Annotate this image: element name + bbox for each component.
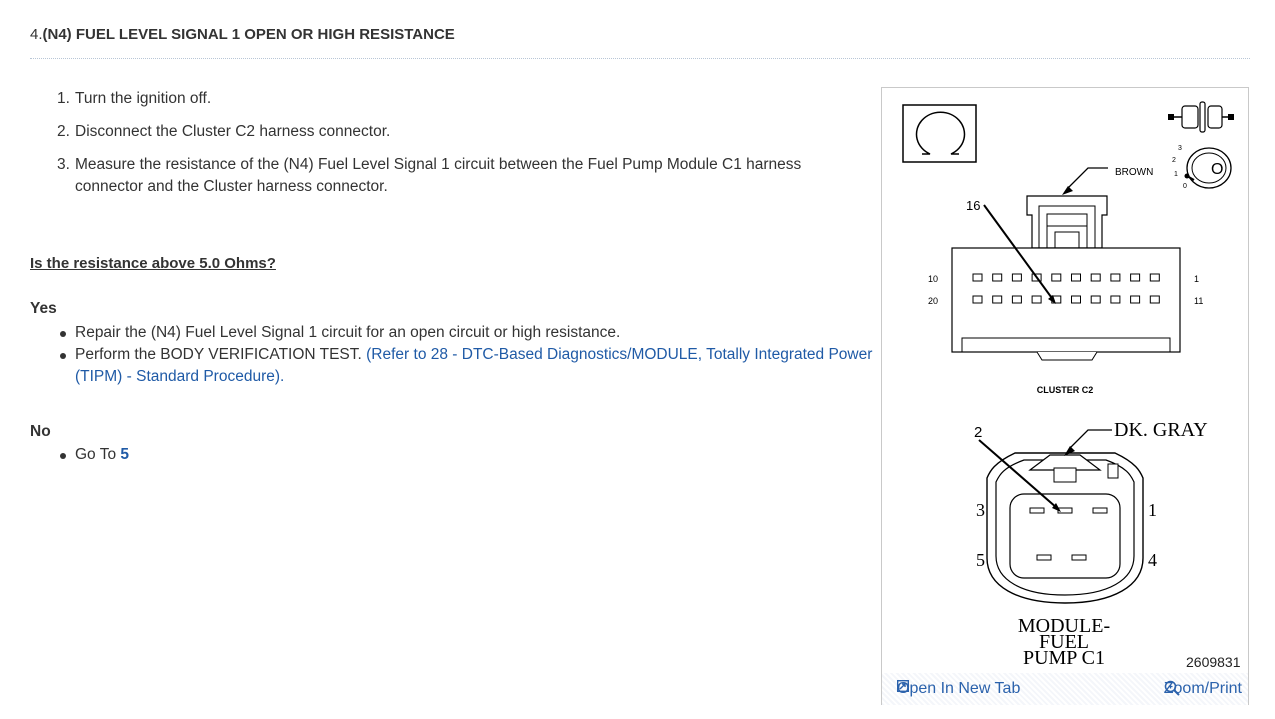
- disconnected-connector-icon: [1168, 101, 1234, 133]
- pin-cavity: [1090, 273, 1101, 282]
- key-position-label: 3: [1178, 145, 1182, 152]
- wire-color-label: BROWN: [1115, 167, 1153, 178]
- step-item: 2. Disconnect the Cluster C2 harness conn…: [57, 123, 391, 140]
- pin-number-label: 1: [1148, 500, 1157, 520]
- diagnostic-question: Is the resistance above 5.0 Ohms?: [30, 255, 276, 272]
- pin-cavity: [1149, 295, 1160, 304]
- magnifier-icon: [1164, 680, 1180, 696]
- pin-cavity: [1130, 273, 1141, 282]
- pin-cavity: [1011, 273, 1022, 282]
- row-label: 1: [1194, 274, 1199, 284]
- pin-cavity: [1130, 295, 1141, 304]
- page-title: 4.(N4) FUEL LEVEL SIGNAL 1 OPEN OR HIGH …: [30, 26, 455, 43]
- step-item: 3. Measure the resistance of the (N4) Fue…: [57, 156, 802, 195]
- wiring-figure: 3 2 1 0 O BROWN 16 10 1 20 11 CLUSTER C2…: [881, 87, 1249, 705]
- pin-cavity: [992, 295, 1003, 304]
- ohm-icon: [902, 104, 977, 163]
- pin-number-label: 16: [966, 198, 980, 213]
- pin-cavity: [1110, 295, 1121, 304]
- goto-step-link[interactable]: 5: [120, 446, 129, 463]
- ignition-key-icon: 3 2 1 0 O: [1172, 145, 1232, 190]
- list-item: Repair the (N4) Fuel Level Signal 1 circ…: [30, 322, 880, 344]
- pin-cavity: [1011, 295, 1022, 304]
- row-label: 10: [928, 274, 938, 284]
- list-item: Perform the BODY VERIFICATION TEST. (Ref…: [30, 344, 880, 388]
- pin-cavity: [972, 273, 983, 282]
- key-position-label: 1: [1174, 171, 1178, 178]
- row-label: 11: [1194, 296, 1203, 306]
- pin-number-label: 2: [974, 424, 982, 441]
- pin-number-label: 3: [976, 500, 985, 520]
- pin-cavity: [1031, 295, 1042, 304]
- pin-cavity: [1090, 295, 1101, 304]
- connector-diagram: 3 2 1 0 O BROWN 16 10 1 20 11 CLUSTER C2…: [902, 101, 1234, 669]
- open-new-tab-icon: [897, 680, 909, 692]
- title-divider: [30, 58, 1250, 59]
- step-item: 1. Turn the ignition off.: [57, 90, 212, 107]
- pin-cavity: [1149, 273, 1160, 282]
- open-new-tab-button[interactable]: Open In New Tab: [897, 680, 1020, 698]
- pin-number-label: 5: [976, 550, 985, 570]
- key-position-label: 2: [1172, 157, 1176, 164]
- pin-cavity: [972, 295, 983, 304]
- key-position-label: 0: [1183, 183, 1187, 190]
- figure-toolbar: Open In New Tab Zoom/Print: [882, 673, 1248, 705]
- pin-cavity: [1071, 273, 1081, 282]
- fuel-pump-c1-connector: [978, 429, 1144, 604]
- procedure-steps: 1. Turn the ignition off. 2. Disconnect th…: [30, 88, 850, 209]
- key-letter: O: [1211, 161, 1223, 178]
- no-actions: Go To 5: [30, 444, 880, 466]
- module-label-line: PUMP C1: [1023, 647, 1105, 669]
- pin-number-label: 4: [1148, 550, 1157, 570]
- zoom-print-button[interactable]: Zoom/Print: [1164, 680, 1242, 698]
- list-item: Go To 5: [30, 444, 880, 466]
- pin-cavity: [1071, 295, 1081, 304]
- no-label: No: [30, 423, 51, 440]
- cluster-c2-connector: [951, 167, 1181, 361]
- pin-cavity: [992, 273, 1003, 282]
- wire-color-label: DK. GRAY: [1114, 419, 1208, 441]
- row-label: 20: [928, 296, 938, 306]
- pin-cavity: [1051, 273, 1062, 282]
- pin-cavity: [1110, 273, 1121, 282]
- connector-name-label: CLUSTER C2: [1037, 385, 1094, 395]
- figure-id: 2609831: [1186, 654, 1241, 670]
- yes-actions: Repair the (N4) Fuel Level Signal 1 circ…: [30, 322, 880, 388]
- yes-label: Yes: [30, 300, 57, 317]
